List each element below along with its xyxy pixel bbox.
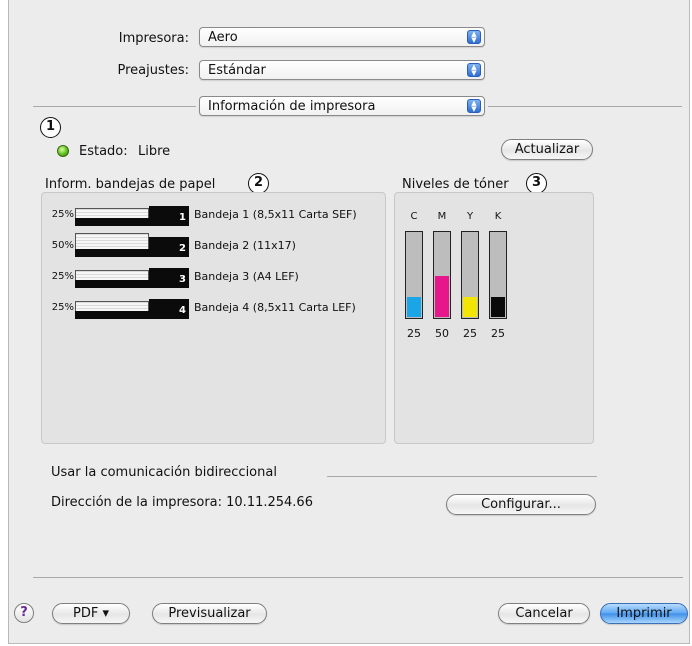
toner-letter: M: [437, 211, 447, 222]
separator-line: [327, 476, 597, 477]
tray-number: 3: [179, 274, 186, 285]
separator-line: [33, 106, 196, 107]
tray-row: 25% 1 Bandeja 1 (8,5x11 Carta SEF): [42, 202, 382, 228]
presets-label: Preajustes:: [117, 63, 189, 78]
toner-letter: Y: [466, 211, 474, 222]
pdf-button[interactable]: PDF ▾: [52, 603, 130, 624]
tray-icon: 2: [75, 233, 189, 257]
tray-percent: 50%: [51, 240, 74, 251]
tray-name: Bandeja 4 (8,5x11 Carta LEF): [194, 301, 356, 314]
toner-bars: C 25 M 50 Y 25 K 25: [405, 211, 585, 351]
toner-letter: C: [410, 211, 418, 222]
refresh-button[interactable]: Actualizar: [501, 139, 593, 160]
print-dialog: Impresora: Aero ▲ ▼ Preajustes: Estándar …: [8, 0, 690, 644]
toner-value: 25: [407, 327, 421, 340]
tray-percent: 25%: [51, 302, 74, 313]
tray-number: 2: [179, 243, 186, 254]
toner-level-bar: [489, 231, 507, 319]
panel-popup[interactable]: Información de impresora ▲ ▼: [199, 96, 485, 116]
status-light-icon: [57, 145, 69, 157]
separator-line: [488, 106, 682, 107]
tray-row: 25% 4 Bandeja 4 (8,5x11 Carta LEF): [42, 295, 382, 321]
toner-letter: K: [494, 211, 502, 222]
tray-number: 1: [179, 212, 186, 223]
toner-value: 25: [491, 327, 505, 340]
toner-value: 50: [435, 327, 449, 340]
toner-value: 25: [463, 327, 477, 340]
toner-level-fill: [463, 297, 477, 317]
printer-address: Dirección de la impresora: 10.11.254.66: [51, 495, 313, 510]
status-label: Estado:: [79, 144, 128, 159]
callout-1: 1: [40, 117, 61, 138]
updown-arrows-icon: ▲ ▼: [467, 63, 481, 77]
toner-level-bar: [405, 231, 423, 319]
tray-icon: 1: [75, 202, 189, 226]
toner-group: C 25 M 50 Y 25 K 25: [394, 192, 594, 444]
tray-number: 4: [179, 305, 186, 316]
toner-level-bar: [461, 231, 479, 319]
tray-name: Bandeja 2 (11x17): [194, 239, 296, 252]
tray-row: 50% 2 Bandeja 2 (11x17): [42, 233, 382, 259]
printer-popup[interactable]: Aero ▲ ▼: [199, 27, 485, 47]
updown-arrows-icon: ▲ ▼: [467, 99, 481, 113]
tray-name: Bandeja 3 (A4 LEF): [194, 270, 299, 283]
configure-button[interactable]: Configurar...: [446, 494, 596, 515]
toner-level-fill: [491, 297, 505, 317]
presets-value: Estándar: [208, 63, 266, 78]
trays-title: Inform. bandejas de papel: [45, 177, 216, 192]
print-button[interactable]: Imprimir: [600, 603, 688, 624]
tray-icon: 4: [75, 295, 189, 319]
separator-line: [33, 577, 683, 578]
panel-value: Información de impresora: [208, 99, 376, 114]
toner-title: Niveles de tóner: [402, 177, 509, 192]
status-value: Libre: [138, 144, 171, 159]
cancel-button[interactable]: Cancelar: [498, 603, 590, 624]
preview-button[interactable]: Previsualizar: [152, 603, 267, 624]
tray-percent: 25%: [51, 271, 74, 282]
toner-level-fill: [407, 297, 421, 317]
bidirectional-label: Usar la comunicación bidireccional: [51, 465, 277, 480]
updown-arrows-icon: ▲ ▼: [467, 30, 481, 44]
callout-3: 3: [526, 173, 547, 194]
tray-icon: 3: [75, 264, 189, 288]
presets-popup[interactable]: Estándar ▲ ▼: [199, 60, 485, 80]
help-button[interactable]: ?: [14, 603, 34, 623]
printer-label: Impresora:: [118, 31, 189, 46]
printer-value: Aero: [208, 30, 238, 45]
callout-2: 2: [248, 173, 269, 194]
toner-level-bar: [433, 231, 451, 319]
trays-group: 25% 1 Bandeja 1 (8,5x11 Carta SEF) 50% 2…: [41, 192, 386, 444]
tray-row: 25% 3 Bandeja 3 (A4 LEF): [42, 264, 382, 290]
tray-name: Bandeja 1 (8,5x11 Carta SEF): [194, 208, 357, 221]
toner-level-fill: [435, 276, 449, 317]
tray-percent: 25%: [51, 209, 74, 220]
